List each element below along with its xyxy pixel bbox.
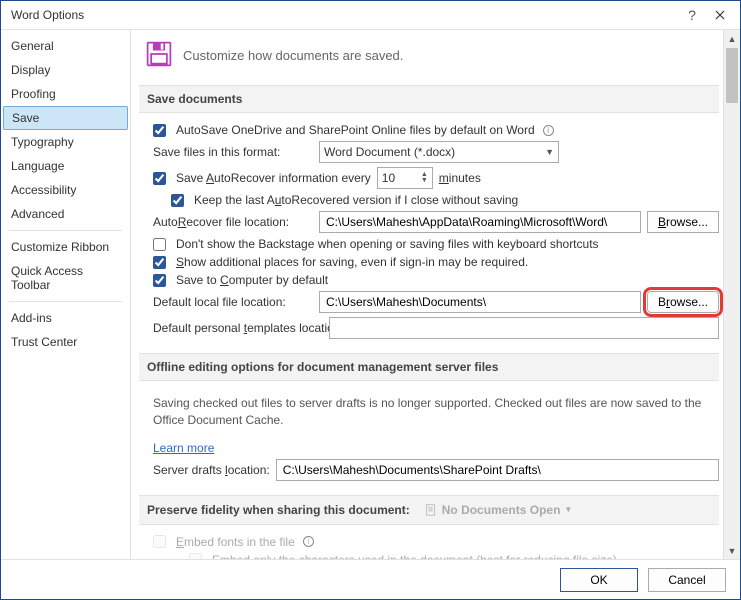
spinner-autorecover-minutes[interactable]: 10 ▲▼ <box>377 167 433 189</box>
sidebar-item-trust-center[interactable]: Trust Center <box>1 330 130 354</box>
checkbox-no-backstage[interactable] <box>153 238 166 251</box>
label-ar-location: AutoRecover file location: <box>153 215 313 229</box>
sidebar-item-proofing[interactable]: Proofing <box>1 82 130 106</box>
label-no-backstage: Don't show the Backstage when opening or… <box>176 237 599 251</box>
word-options-window: Word Options ? General Display Proofing … <box>0 0 741 600</box>
checkbox-show-additional[interactable] <box>153 256 166 269</box>
ok-button[interactable]: OK <box>560 568 638 592</box>
input-default-location[interactable] <box>319 291 641 313</box>
sidebar-item-language[interactable]: Language <box>1 154 130 178</box>
page-subtitle: Customize how documents are saved. <box>183 48 403 63</box>
label-save-format: Save files in this format: <box>153 145 313 159</box>
scroll-down-icon[interactable]: ▼ <box>724 542 740 559</box>
sidebar: General Display Proofing Save Typography… <box>1 30 131 559</box>
sidebar-item-general[interactable]: General <box>1 34 130 58</box>
label-save-computer: Save to Computer by default <box>176 273 328 287</box>
section-offline: Offline editing options for document man… <box>139 353 719 381</box>
sidebar-item-accessibility[interactable]: Accessibility <box>1 178 130 202</box>
content-panel: Customize how documents are saved. Save … <box>131 30 723 559</box>
section-save-documents: Save documents <box>139 85 719 113</box>
info-icon: i <box>303 536 314 547</box>
checkbox-autosave[interactable] <box>153 124 166 137</box>
checkbox-embed-fonts <box>153 535 166 548</box>
label-autosave: AutoSave OneDrive and SharePoint Online … <box>176 123 535 137</box>
save-disk-icon <box>145 40 173 71</box>
sidebar-item-typography[interactable]: Typography <box>1 130 130 154</box>
combo-save-format-value: Word Document (*.docx) <box>324 145 455 159</box>
chevron-down-icon: ▼ <box>545 147 554 157</box>
label-autorecover-pre: Save AutoRecover information every <box>176 171 371 185</box>
checkbox-save-computer[interactable] <box>153 274 166 287</box>
sidebar-item-customize-ribbon[interactable]: Customize Ribbon <box>1 235 130 259</box>
window-title: Word Options <box>11 8 84 22</box>
info-icon[interactable]: i <box>543 125 554 136</box>
label-minutes: minutes <box>439 171 481 185</box>
sidebar-item-display[interactable]: Display <box>1 58 130 82</box>
offline-paragraph: Saving checked out files to server draft… <box>145 391 719 437</box>
input-templates-location[interactable] <box>329 317 719 339</box>
label-embed-fonts: Embed fonts in the file <box>176 535 295 549</box>
input-ar-location[interactable] <box>319 211 641 233</box>
sidebar-item-save[interactable]: Save <box>3 106 128 130</box>
cancel-button[interactable]: Cancel <box>648 568 726 592</box>
input-drafts-location[interactable] <box>276 459 719 481</box>
learn-more-link[interactable]: Learn more <box>153 441 214 455</box>
combo-save-format[interactable]: Word Document (*.docx) ▼ <box>319 141 559 163</box>
vertical-scrollbar[interactable]: ▲ ▼ <box>723 30 740 559</box>
section-fidelity: Preserve fidelity when sharing this docu… <box>139 495 719 525</box>
browse-ar-button[interactable]: Browse... <box>647 211 719 233</box>
checkbox-autorecover[interactable] <box>153 172 166 185</box>
close-button[interactable] <box>706 3 734 27</box>
section-fidelity-label: Preserve fidelity when sharing this docu… <box>147 503 410 517</box>
label-drafts-location: Server drafts location: <box>153 463 270 477</box>
checkbox-embed-only <box>189 553 202 559</box>
label-templates-location: Default personal templates location: <box>153 321 323 335</box>
titlebar: Word Options ? <box>1 1 740 29</box>
sidebar-item-qat[interactable]: Quick Access Toolbar <box>1 259 130 297</box>
label-show-additional: Show additional places for saving, even … <box>176 255 528 269</box>
sidebar-item-addins[interactable]: Add-ins <box>1 306 130 330</box>
help-button[interactable]: ? <box>678 3 706 27</box>
combo-document-value: No Documents Open <box>442 503 561 517</box>
checkbox-keep-last[interactable] <box>171 194 184 207</box>
document-icon <box>424 503 438 517</box>
label-default-location: Default local file location: <box>153 295 313 309</box>
footer: OK Cancel <box>1 559 740 599</box>
label-keep-last: Keep the last AutoRecovered version if I… <box>194 193 518 207</box>
scroll-thumb[interactable] <box>726 48 738 103</box>
sidebar-item-advanced[interactable]: Advanced <box>1 202 130 226</box>
combo-document-selector[interactable]: No Documents Open ▼ <box>418 502 579 518</box>
spinner-value: 10 <box>382 171 395 185</box>
scroll-up-icon[interactable]: ▲ <box>724 30 740 47</box>
browse-default-button[interactable]: Browse... <box>647 291 719 313</box>
